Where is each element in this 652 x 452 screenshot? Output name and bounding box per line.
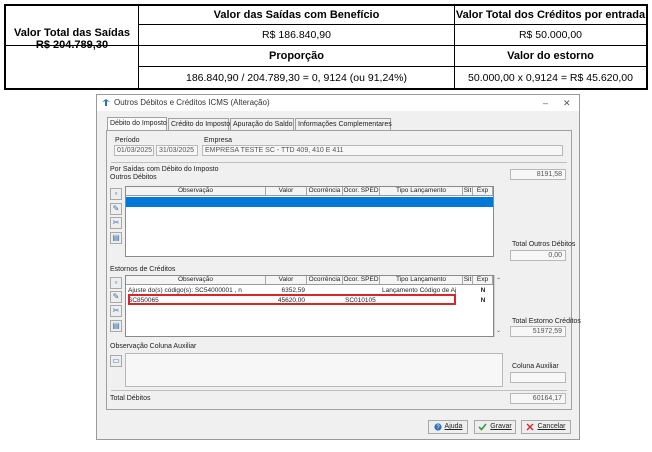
periodo-inicio-field[interactable]: 01/03/2025 [114,145,154,156]
total-outros-debitos-label: Total Outros Débitos [512,241,576,248]
coluna-aux-label: Coluna Auxiliar [512,363,559,370]
col-sit[interactable]: Sit [463,276,473,284]
divider [111,162,567,163]
value-total-creditos: R$ 50.000,00 [518,29,583,41]
tab-informacoes-complementares[interactable]: Informações Complementares [295,118,392,130]
col-exp[interactable]: Exp [473,276,493,284]
title-bar[interactable]: Outros Débitos e Créditos ICMS (Alteraçã… [97,95,579,111]
value-saidas-beneficio: R$ 186.840,90 [262,29,331,41]
col-ocor-sped[interactable]: Ocor. SPED [343,187,380,195]
value-proporcao: 186.840,90 / 204.789,30 = 0, 9124 (ou 91… [186,71,407,84]
help-button-label: Ajuda [444,423,463,430]
grid-header: Observação Valor Ocorrência Ocor. SPED T… [126,276,493,285]
col-valor[interactable]: Valor [266,187,307,195]
periodo-fim-field[interactable]: 31/03/2025 [156,145,198,156]
saidas-debito-value: 8191,58 [510,169,566,180]
dialog-window: Outros Débitos e Créditos ICMS (Alteraçã… [96,94,581,440]
total-debitos-label: Total Débitos [110,395,151,402]
edit-icon[interactable]: ✎ [110,203,122,215]
outros-debitos-label: Outros Débitos [110,174,157,181]
checkmark-icon [478,423,487,431]
highlight-box [128,294,456,305]
col-observacao[interactable]: Observação [126,187,266,195]
table-row-exp[interactable]: N [473,286,493,295]
folder-icon[interactable]: ▭ [110,355,122,367]
total-saidas-value: R$ 204.789,30 [35,39,109,51]
estornos-creditos-label: Estornos de Créditos [110,266,176,273]
total-estorno-label: Total Estorno Créditos [512,318,581,325]
close-icon [526,423,534,431]
app-icon [102,99,110,106]
total-estorno-value: 51972,59 [510,326,566,337]
delete-icon[interactable]: ✂ [110,217,122,229]
empresa-label: Empresa [204,137,233,144]
table-row-exp[interactable]: N [473,296,493,305]
close-button[interactable]: ✕ [563,98,571,109]
save-button[interactable]: Gravar [474,420,516,434]
delete-icon[interactable]: ✂ [110,305,122,317]
coluna-aux-field[interactable] [510,372,566,383]
minimize-button[interactable]: ‒ [543,98,548,108]
empresa-field[interactable]: EMPRESA TESTE SC - TTD 409, 410 E 411 [202,145,563,156]
cancel-button[interactable]: Cancelar [521,420,571,434]
report-icon[interactable]: ▤ [110,320,122,332]
total-debitos-value: 60164,17 [510,393,566,404]
periodo-label: Período [115,137,140,144]
table-row-sit[interactable] [463,286,473,295]
save-button-label: Gravar [490,423,512,430]
col-ocorrencia[interactable]: Ocorrência [307,187,343,195]
table-row-sit[interactable] [463,296,473,305]
col-ocor-sped[interactable]: Ocor. SPED [343,276,380,284]
selected-row[interactable] [126,197,493,207]
help-button[interactable]: ? Ajuda [428,420,468,434]
obs-coluna-aux-field[interactable] [125,353,503,387]
col-tipo-lancamento[interactable]: Tipo Lançamento [380,187,463,195]
help-icon: ? [433,423,442,431]
grid-header: Observação Valor Ocorrência Ocor. SPED T… [126,187,493,196]
tab-apuracao-saldo[interactable]: Apuração do Saldo [230,118,294,130]
obs-coluna-aux-label: Observação Coluna Auxiliar [110,343,197,350]
col-observacao[interactable]: Observação [126,276,266,284]
tab-credito-imposto[interactable]: Crédito do Imposto [168,118,230,130]
header-total-creditos: Valor Total dos Créditos por entrada [455,9,646,21]
estornos-grid[interactable]: Observação Valor Ocorrência Ocor. SPED T… [125,275,494,337]
saidas-debito-label: Por Saídas com Débito do Imposto [110,166,219,173]
col-sit[interactable]: Sit [463,187,473,195]
col-ocorrencia[interactable]: Ocorrência [307,276,343,284]
edit-icon[interactable]: ✎ [110,291,122,303]
chevron-down-icon[interactable]: ⌄ [496,327,501,334]
new-doc-icon[interactable]: ▫ [110,277,122,289]
divider [111,390,567,391]
value-estorno: 50.000,00 x 0,9124 = R$ 45.620,00 [468,71,633,84]
cancel-button-label: Cancelar [537,423,566,430]
outros-debitos-grid[interactable]: Observação Valor Ocorrência Ocor. SPED T… [125,186,494,257]
header-saidas-beneficio: Valor das Saídas com Benefício [213,9,380,21]
new-doc-icon[interactable]: ▫ [110,188,122,200]
header-valor-estorno: Valor do estorno [507,50,594,62]
summary-table: Valor Total das Saídas R$ 204.789,30 Val… [4,4,648,90]
col-tipo-lancamento[interactable]: Tipo Lançamento [380,276,463,284]
total-outros-debitos-value: 0,00 [510,250,566,261]
tab-panel: Período Empresa 01/03/2025 31/03/2025 EM… [106,130,581,410]
col-valor[interactable]: Valor [266,276,307,284]
col-exp[interactable]: Exp [473,187,493,195]
vertical-scrollbar[interactable]: ⌃ ⌄ [494,275,503,337]
window-title: Outros Débitos e Créditos ICMS (Alteraçã… [114,98,270,107]
tab-debito-imposto[interactable]: Débito do Imposto [107,117,167,130]
header-proporcao: Proporção [268,50,324,62]
report-icon[interactable]: ▤ [110,232,122,244]
chevron-up-icon[interactable]: ⌃ [496,277,501,284]
